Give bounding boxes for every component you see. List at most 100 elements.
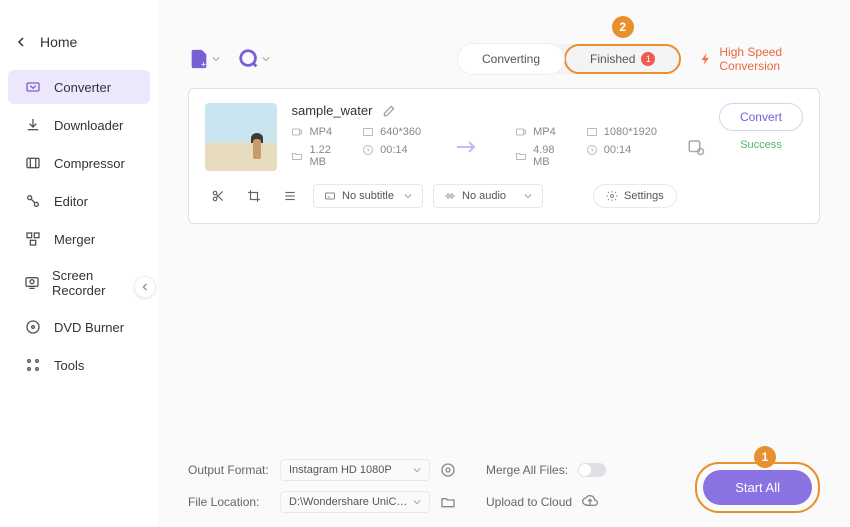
folder-icon <box>515 150 527 162</box>
home-nav[interactable]: Home <box>0 24 158 60</box>
downloader-icon <box>24 116 42 134</box>
sidebar: Home Converter Downloader Compressor Edi… <box>0 0 158 527</box>
sidebar-collapse-handle[interactable] <box>134 276 156 298</box>
merge-toggle[interactable] <box>578 463 606 477</box>
file-settings-button[interactable]: Settings <box>593 184 677 208</box>
high-speed-conversion-toggle[interactable]: High Speed Conversion <box>699 45 820 73</box>
file-location-select[interactable]: D:\Wondershare UniConverter 1 <box>280 491 430 513</box>
effects-button[interactable] <box>277 183 303 209</box>
converter-icon <box>24 78 42 96</box>
svg-text:+: + <box>201 59 206 69</box>
sidebar-item-compressor[interactable]: Compressor <box>8 146 150 180</box>
home-label: Home <box>40 34 77 50</box>
start-all-callout-border: 1 Start All <box>695 462 820 513</box>
output-settings-icon[interactable] <box>687 138 705 156</box>
sidebar-item-downloader[interactable]: Downloader <box>8 108 150 142</box>
chevron-left-icon <box>141 283 149 291</box>
toolbar: + Converting 2 Finished 1 High Speed Con… <box>158 0 850 88</box>
folder-icon <box>291 150 303 162</box>
editor-icon <box>24 192 42 210</box>
dst-duration: 00:14 <box>604 144 632 156</box>
footer: Output Format: Instagram HD 1080P Merge … <box>188 459 820 513</box>
output-format-label: Output Format: <box>188 463 270 477</box>
file-location-label: File Location: <box>188 495 270 509</box>
src-duration: 00:14 <box>380 144 408 156</box>
tab-label: Finished <box>590 52 635 66</box>
resolution-icon <box>362 126 374 138</box>
clock-icon <box>362 144 374 156</box>
clock-icon <box>586 144 598 156</box>
dst-size: 4.98 MB <box>533 144 556 168</box>
sidebar-item-label: Downloader <box>54 118 123 133</box>
sidebar-item-editor[interactable]: Editor <box>8 184 150 218</box>
chevron-down-icon <box>413 498 421 506</box>
hsc-label: High Speed Conversion <box>719 45 820 73</box>
chevron-down-icon <box>212 55 220 63</box>
chevron-left-icon <box>16 37 26 47</box>
finished-callout-border: 2 Finished 1 <box>564 44 681 74</box>
gear-icon <box>606 190 618 202</box>
subtitle-icon <box>324 190 336 202</box>
add-file-icon: + <box>188 48 210 70</box>
settings-label: Settings <box>624 190 664 202</box>
add-url-button[interactable] <box>238 48 270 70</box>
file-location-value: D:\Wondershare UniConverter 1 <box>289 496 413 508</box>
resolution-icon <box>586 126 598 138</box>
status-text: Success <box>740 139 782 151</box>
chevron-down-icon <box>262 55 270 63</box>
subtitle-select[interactable]: No subtitle <box>313 184 423 208</box>
audio-select[interactable]: No audio <box>433 184 543 208</box>
output-format-select[interactable]: Instagram HD 1080P <box>280 459 430 481</box>
tab-label: Converting <box>482 52 540 66</box>
compressor-icon <box>24 154 42 172</box>
finished-count-badge: 1 <box>641 52 655 66</box>
callout-badge-1: 1 <box>754 446 776 468</box>
sidebar-item-label: Merger <box>54 232 95 247</box>
sidebar-item-label: DVD Burner <box>54 320 124 335</box>
tab-converting[interactable]: Converting <box>458 44 564 74</box>
add-url-icon <box>238 48 260 70</box>
output-format-value: Instagram HD 1080P <box>289 464 392 476</box>
edit-icon[interactable] <box>382 104 396 118</box>
chevron-down-icon <box>524 192 532 200</box>
callout-badge-2: 2 <box>612 16 634 38</box>
open-folder-icon[interactable] <box>440 494 456 510</box>
chevron-down-icon <box>413 466 421 474</box>
video-thumbnail[interactable] <box>205 103 277 171</box>
format-settings-icon[interactable] <box>440 462 456 478</box>
src-res: 640*360 <box>380 126 421 138</box>
arrow-right-icon <box>457 140 479 154</box>
sidebar-item-label: Screen Recorder <box>52 268 134 298</box>
lightning-icon <box>699 52 713 66</box>
trim-button[interactable] <box>205 183 231 209</box>
screen-recorder-icon <box>24 274 40 292</box>
start-all-button[interactable]: Start All <box>703 470 812 505</box>
tab-finished[interactable]: 2 Finished 1 <box>566 46 679 72</box>
src-size: 1.22 MB <box>309 144 332 168</box>
sidebar-item-merger[interactable]: Merger <box>8 222 150 256</box>
audio-icon <box>444 190 456 202</box>
subtitle-value: No subtitle <box>342 190 394 202</box>
src-format: MP4 <box>309 126 332 138</box>
video-icon <box>291 126 303 138</box>
sidebar-item-tools[interactable]: Tools <box>8 348 150 382</box>
crop-button[interactable] <box>241 183 267 209</box>
status-tabs: Converting 2 Finished 1 <box>458 44 681 74</box>
sidebar-item-converter[interactable]: Converter <box>8 70 150 104</box>
sidebar-item-label: Compressor <box>54 156 125 171</box>
sidebar-item-label: Tools <box>54 358 84 373</box>
sidebar-item-dvd-burner[interactable]: DVD Burner <box>8 310 150 344</box>
sidebar-item-screen-recorder[interactable]: Screen Recorder <box>8 260 150 306</box>
sidebar-item-label: Editor <box>54 194 88 209</box>
convert-button[interactable]: Convert <box>719 103 803 131</box>
main-panel: + Converting 2 Finished 1 High Speed Con… <box>158 0 850 527</box>
file-card: sample_water MP4 1.22 MB 640*360 00:14 <box>188 88 820 224</box>
cloud-upload-icon[interactable] <box>582 494 598 510</box>
tools-icon <box>24 356 42 374</box>
upload-label: Upload to Cloud <box>486 495 572 509</box>
dst-res: 1080*1920 <box>604 126 657 138</box>
chevron-down-icon <box>404 192 412 200</box>
file-title: sample_water <box>291 103 372 118</box>
audio-value: No audio <box>462 190 506 202</box>
add-file-button[interactable]: + <box>188 48 220 70</box>
